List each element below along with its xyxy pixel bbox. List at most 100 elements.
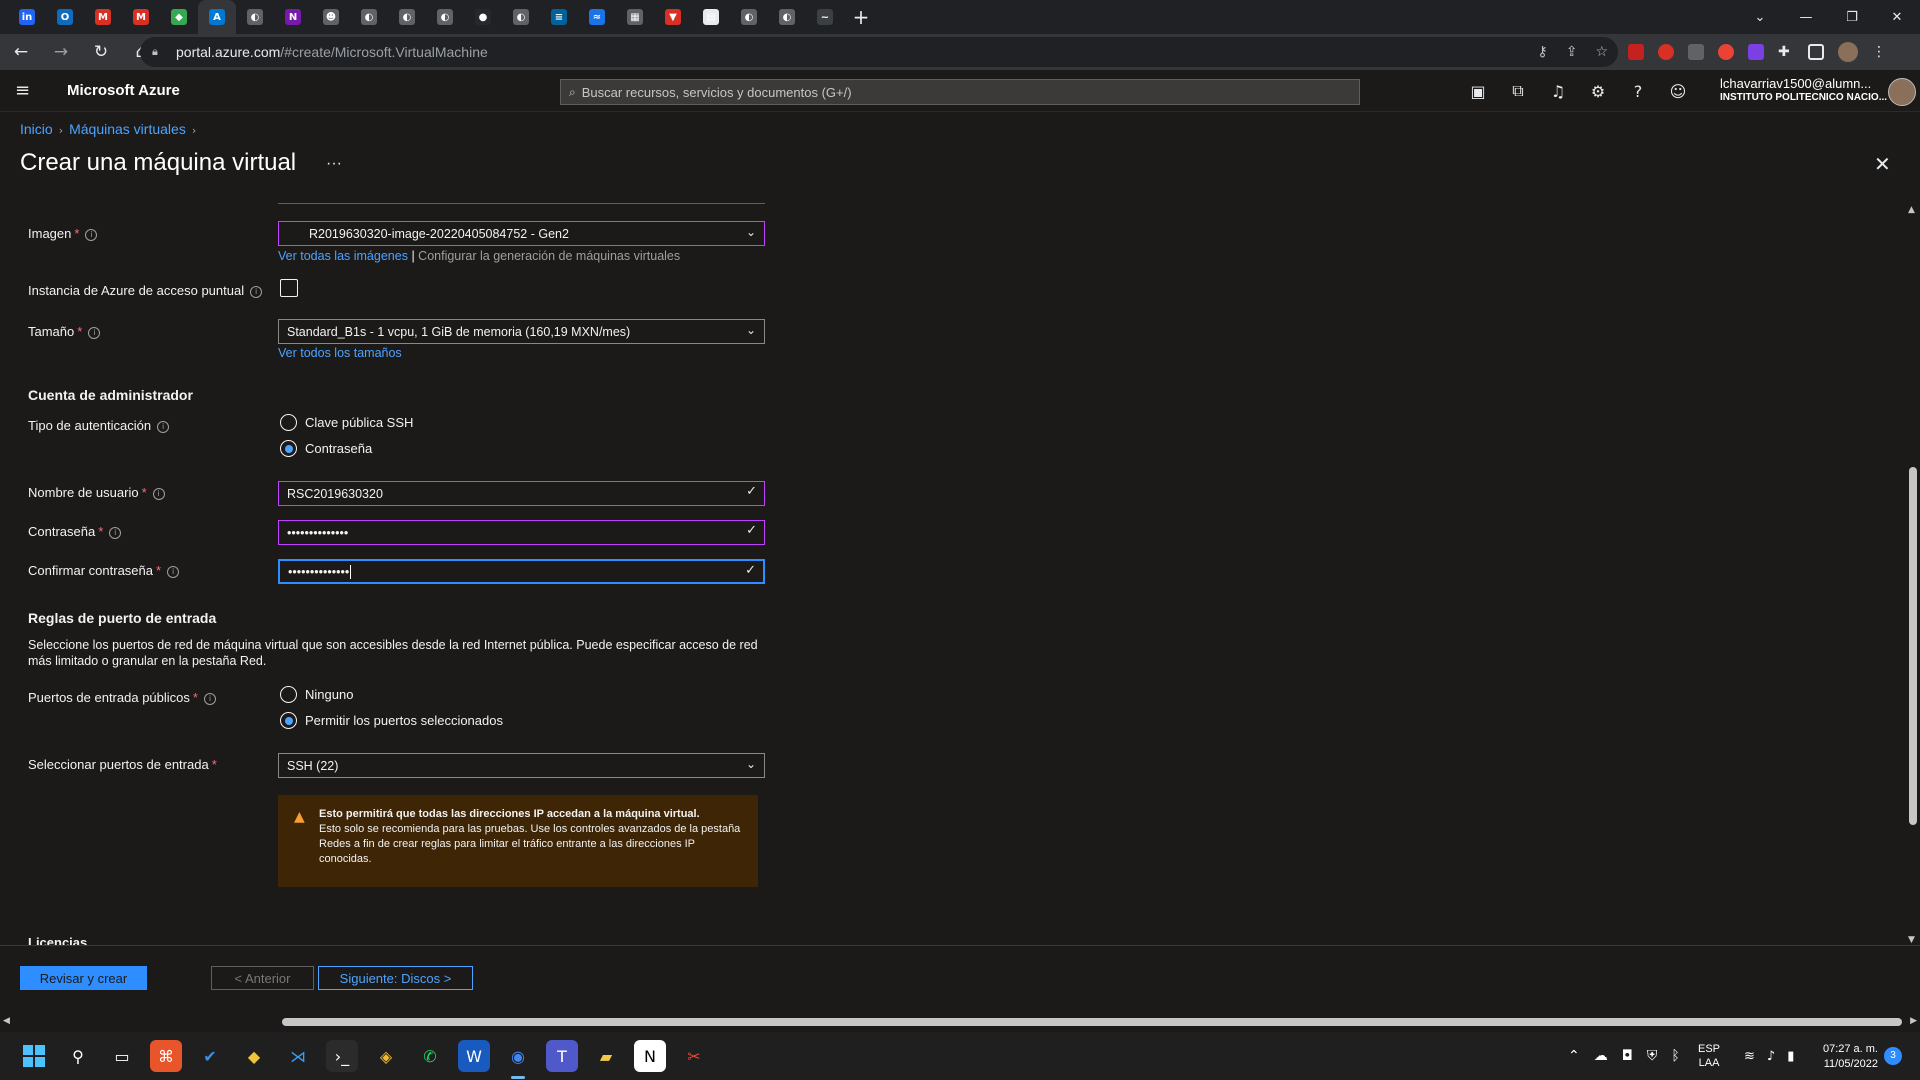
new-tab-button[interactable]: +	[844, 0, 878, 34]
hscrollbar-thumb[interactable]	[282, 1018, 1902, 1026]
search-icon[interactable]: ⚲	[62, 1040, 94, 1072]
select-ports-dropdown[interactable]: SSH (22) ⌄	[278, 753, 765, 778]
spot-checkbox[interactable]	[280, 279, 298, 297]
auth-password-radio[interactable]	[280, 440, 297, 457]
image-select[interactable]: R2019630320-image-20220405084752 - Gen2 ⌄	[278, 221, 765, 246]
help-icon[interactable]: ?	[1628, 82, 1648, 101]
extension-icon[interactable]	[1718, 44, 1734, 60]
teams-icon[interactable]: T	[546, 1040, 578, 1072]
defender-icon[interactable]: ⛨	[1647, 1048, 1658, 1064]
bookmark-star-icon[interactable]: ☆	[1595, 44, 1608, 60]
binance-icon[interactable]: ◈	[370, 1040, 402, 1072]
configure-generation-link[interactable]: Configurar la generación de máquinas vir…	[418, 249, 680, 263]
extension-icon[interactable]	[1688, 44, 1704, 60]
auth-ssh-radio[interactable]	[280, 414, 297, 431]
chrome-icon[interactable]: ◉	[502, 1040, 534, 1079]
next-disks-button[interactable]: Siguiente: Discos >	[318, 966, 473, 990]
gear-icon[interactable]: ⚙	[1588, 82, 1608, 101]
clock[interactable]: 07:27 a. m. 11/05/2022	[1818, 1042, 1878, 1072]
browser-tab[interactable]: ◐	[350, 0, 388, 34]
account-info[interactable]: lchavarriav1500@alumn... INSTITUTO POLIT…	[1720, 77, 1887, 105]
minimize-button[interactable]: —	[1783, 0, 1829, 34]
key-icon[interactable]: ⚷	[1537, 44, 1547, 60]
see-all-sizes-link[interactable]: Ver todos los tamaños	[278, 346, 402, 360]
cloud-shell-icon[interactable]: ▣	[1468, 82, 1488, 101]
scrollbar-thumb[interactable]	[1909, 467, 1917, 825]
profile-avatar[interactable]	[1838, 42, 1858, 62]
browser-tab[interactable]: ≡	[540, 0, 578, 34]
browser-tab[interactable]: ~	[806, 0, 844, 34]
snipping-tool-icon[interactable]: ✂	[678, 1040, 710, 1072]
whatsapp-icon[interactable]: ✆	[414, 1040, 446, 1072]
browser-tab[interactable]: ◐	[388, 0, 426, 34]
browser-tab[interactable]: M	[122, 0, 160, 34]
browser-tab[interactable]: ◆	[160, 0, 198, 34]
avatar[interactable]	[1888, 78, 1916, 106]
task-view-icon[interactable]: ▭	[106, 1040, 138, 1072]
browser-tab[interactable]: ≈	[578, 0, 616, 34]
browser-tab[interactable]: ▦	[616, 0, 654, 34]
auth-password-label[interactable]: Contraseña	[305, 441, 372, 456]
browser-tab[interactable]: ◐	[730, 0, 768, 34]
browser-tab[interactable]: A	[198, 0, 236, 34]
reload-button[interactable]: ↻	[86, 37, 116, 67]
auth-ssh-label[interactable]: Clave pública SSH	[305, 415, 413, 430]
vscode-icon[interactable]: ⋊	[282, 1040, 314, 1072]
browser-tab[interactable]: ◐	[502, 0, 540, 34]
browser-tab[interactable]: ◐	[426, 0, 464, 34]
bell-icon[interactable]: ♫	[1548, 82, 1568, 101]
close-blade-icon[interactable]: ✕	[1874, 152, 1891, 176]
app-orange-icon[interactable]: ⌘	[150, 1040, 182, 1072]
tab-search-icon[interactable]: ⌄	[1737, 0, 1783, 34]
breadcrumb-vms[interactable]: Máquinas virtuales	[69, 121, 186, 137]
back-button[interactable]: ←	[6, 37, 36, 67]
browser-tab[interactable]: ●	[464, 0, 502, 34]
hamburger-menu-icon[interactable]: ≡	[15, 80, 37, 101]
terminal-icon[interactable]: ›_	[326, 1040, 358, 1072]
horizontal-scrollbar[interactable]: ◀ ▶	[0, 1015, 1920, 1029]
chevron-up-icon[interactable]: ⌃	[1568, 1048, 1580, 1064]
file-explorer-icon[interactable]: ▰	[590, 1040, 622, 1072]
see-all-images-link[interactable]: Ver todas las imágenes	[278, 249, 408, 263]
app-check-icon[interactable]: ✔	[194, 1040, 226, 1072]
browser-tab[interactable]: ◐	[236, 0, 274, 34]
previous-button[interactable]: < Anterior	[211, 966, 314, 990]
mcafee-icon[interactable]: ◘	[1622, 1048, 1633, 1064]
forward-button[interactable]: →	[46, 37, 76, 67]
word-icon[interactable]: W	[458, 1040, 490, 1072]
restore-button[interactable]: ❐	[1829, 0, 1875, 34]
global-search-input[interactable]: ⌕ Buscar recursos, servicios y documento…	[560, 79, 1360, 105]
breadcrumb-home[interactable]: Inicio	[20, 121, 53, 137]
ports-none-label[interactable]: Ninguno	[305, 687, 353, 702]
git-icon[interactable]: ◆	[238, 1040, 270, 1072]
browser-tab[interactable]: ◐	[768, 0, 806, 34]
review-create-button[interactable]: Revisar y crear	[20, 966, 147, 990]
onedrive-icon[interactable]: ☁	[1594, 1048, 1608, 1064]
menu-icon[interactable]: ⋮	[1872, 44, 1888, 60]
address-bar[interactable]: 🔒︎ portal.azure.com/#create/Microsoft.Vi…	[140, 37, 1618, 67]
ports-none-radio[interactable]	[280, 686, 297, 703]
side-panel-icon[interactable]	[1808, 44, 1824, 60]
start-icon[interactable]	[18, 1040, 50, 1072]
close-window-button[interactable]: ✕	[1874, 0, 1920, 34]
quick-settings[interactable]: ≋ ♪ ▮	[1744, 1032, 1794, 1080]
more-options-icon[interactable]: ···	[326, 155, 342, 173]
size-select[interactable]: Standard_B1s - 1 vcpu, 1 GiB de memoria …	[278, 319, 765, 344]
feedback-icon[interactable]: ☺	[1668, 82, 1688, 101]
ports-allow-radio[interactable]	[280, 712, 297, 729]
password-input[interactable]: •••••••••••••• ✓	[278, 520, 765, 545]
notion-icon[interactable]: N	[634, 1040, 666, 1072]
confirm-password-input[interactable]: •••••••••••••• ✓	[278, 559, 765, 584]
browser-tab[interactable]: M	[84, 0, 122, 34]
language-indicator[interactable]: ESP LAA	[1698, 1042, 1720, 1070]
browser-tab[interactable]: ☻	[312, 0, 350, 34]
browser-tab[interactable]: ▤	[692, 0, 730, 34]
ports-allow-label[interactable]: Permitir los puertos seleccionados	[305, 713, 503, 728]
notification-badge[interactable]: 3	[1884, 1047, 1902, 1065]
browser-tab[interactable]: N	[274, 0, 312, 34]
puzzle-icon[interactable]: ✚	[1778, 44, 1794, 60]
extension-icon[interactable]	[1658, 44, 1674, 60]
extension-icon[interactable]	[1748, 44, 1764, 60]
browser-tab[interactable]: ▼	[654, 0, 692, 34]
bluetooth-icon[interactable]: ᛒ	[1671, 1048, 1679, 1064]
